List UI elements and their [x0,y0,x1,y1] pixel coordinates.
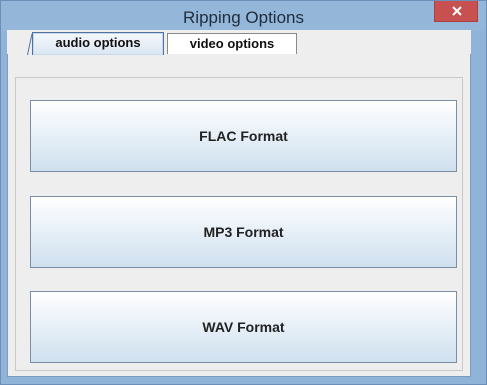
tab-strip: audio options video options [7,30,471,55]
window-title: Ripping Options [183,8,304,27]
close-icon [452,6,462,16]
mp3-format-button[interactable]: MP3 Format [30,196,457,268]
close-button[interactable] [434,1,478,22]
flac-format-button[interactable]: FLAC Format [30,100,457,172]
tab-video-options[interactable]: video options [167,33,297,54]
wav-format-button[interactable]: WAV Format [30,291,457,363]
title-bar[interactable]: Ripping Options [1,1,486,31]
tab-audio-options[interactable]: audio options [32,32,164,55]
